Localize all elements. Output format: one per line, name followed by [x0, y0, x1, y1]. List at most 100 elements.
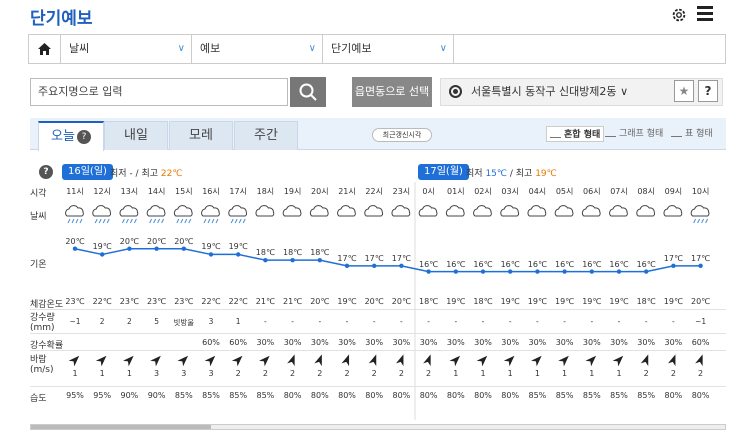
- select-forecast[interactable]: 단기예보 ∨: [323, 35, 454, 63]
- wind-arrow-icon: [423, 354, 431, 367]
- home-button[interactable]: [29, 35, 61, 63]
- chevron-down-icon: ∨: [439, 43, 447, 54]
- tab-today-label: 오늘: [51, 129, 75, 144]
- wind-speed-value: 1: [453, 369, 459, 378]
- prob-value: 30%: [664, 338, 683, 347]
- precip-value: -: [427, 317, 430, 326]
- feels-value: 21℃: [283, 297, 303, 306]
- temp-point: [290, 257, 295, 263]
- cloud-icon: [309, 205, 329, 217]
- precip-value: -: [508, 317, 512, 326]
- tab-weekly-label: 주간: [254, 128, 278, 143]
- day1-summary: 최저 - / 최고 22℃: [110, 169, 183, 179]
- tab-day-after[interactable]: 모레: [169, 121, 233, 150]
- prob-value: 30%: [446, 338, 465, 347]
- hour-label: 22시: [365, 187, 383, 196]
- precip-value: -: [291, 317, 294, 326]
- feels-value: 19℃: [609, 297, 629, 306]
- precip-value: -: [536, 317, 539, 326]
- temp-point: [372, 263, 377, 269]
- precip-value: -: [672, 317, 675, 326]
- scroll-thumb[interactable]: [31, 425, 211, 429]
- temp-point: [589, 269, 594, 274]
- chevron-down-icon: ∨: [177, 43, 185, 54]
- tab-tomorrow[interactable]: 내일: [104, 121, 168, 150]
- wind-speed-value: 2: [398, 369, 404, 378]
- search-icon: [299, 83, 317, 101]
- wind-speed-value: 2: [426, 369, 432, 378]
- view-graph[interactable]: 그래프 형태: [605, 126, 663, 142]
- wind-arrow-icon: [368, 354, 377, 367]
- cloud-icon: [282, 205, 302, 217]
- temp-point: [100, 252, 105, 257]
- tab-today[interactable]: 오늘?: [38, 121, 104, 151]
- wind-speed-value: 3: [208, 369, 214, 378]
- search-input[interactable]: 주요지명으로 입력: [30, 78, 288, 106]
- page-title: 단기예보: [30, 9, 93, 29]
- hour-label: 21시: [338, 187, 356, 196]
- select-category-label: 날씨: [69, 42, 90, 55]
- temp-point: [480, 269, 486, 274]
- precip-value: -: [590, 317, 594, 326]
- view-table[interactable]: 표 형태: [671, 126, 713, 142]
- min-label: 최저: [466, 169, 483, 179]
- cloud-icon: [527, 205, 547, 217]
- category-selector-bar: 날씨 ∨ 예보 ∨ 단기예보 ∨: [28, 34, 726, 64]
- search-button[interactable]: [290, 77, 326, 107]
- temp-point: [671, 263, 676, 269]
- temp-point: [317, 257, 322, 263]
- view-mixed-label: 혼합 형태: [564, 130, 601, 140]
- rain-cloud-icon: [690, 205, 710, 224]
- feels-value: 19℃: [555, 297, 575, 306]
- temp-point: [399, 263, 404, 269]
- wind-arrow-icon: [95, 355, 107, 367]
- temp-label: 17℃: [364, 253, 384, 263]
- wind-arrow-icon: [341, 354, 350, 367]
- select-category[interactable]: 날씨 ∨: [61, 35, 192, 63]
- wind-arrow-icon: [695, 354, 703, 367]
- gear-icon[interactable]: [670, 6, 688, 24]
- help-icon[interactable]: ?: [39, 165, 53, 179]
- rain-cloud-icon: [119, 205, 139, 224]
- feels-value: 18℃: [419, 297, 439, 306]
- view-mixed[interactable]: 혼합 형태: [546, 126, 605, 142]
- wind-speed-value: 3: [154, 369, 160, 378]
- precip-value: -: [400, 317, 403, 326]
- humidity-value: 85%: [610, 391, 628, 400]
- row-divider: [30, 386, 726, 387]
- feels-value: 18℃: [636, 297, 656, 306]
- min-value: -: [129, 169, 133, 179]
- help-button[interactable]: ?: [698, 80, 718, 102]
- select-type[interactable]: 예보 ∨: [192, 35, 323, 63]
- humidity-value: 95%: [66, 391, 84, 400]
- view-table-label: 표 형태: [685, 129, 713, 139]
- feels-value: 19℃: [582, 297, 602, 306]
- menu-icon[interactable]: [697, 6, 713, 22]
- latest-update-button[interactable]: 최근갱신시각: [372, 128, 432, 142]
- horizontal-scrollbar[interactable]: [30, 424, 726, 430]
- emd-select-button[interactable]: 읍면동으로 선택: [352, 77, 432, 107]
- wind-arrow-icon: [259, 355, 270, 367]
- favorite-star-icon[interactable]: ★: [674, 80, 694, 102]
- precip-value: 2: [99, 317, 105, 326]
- cloud-icon: [473, 205, 492, 217]
- humidity-value: 80%: [392, 391, 411, 400]
- wind-speed-value: 2: [262, 369, 268, 378]
- wind-speed-value: 1: [534, 369, 540, 378]
- min-value: 15℃: [485, 169, 507, 179]
- hour-label: 07시: [610, 187, 628, 196]
- precip-unit: (mm): [30, 323, 55, 333]
- humidity-value: 90%: [147, 391, 166, 400]
- help-icon[interactable]: ?: [76, 130, 91, 144]
- day-pill-1: 16일(일): [62, 164, 113, 180]
- prob-value: 30%: [582, 338, 601, 347]
- prob-value: 30%: [528, 338, 547, 347]
- view-graph-label: 그래프 형태: [619, 129, 664, 139]
- precip-value: 빗방울: [173, 318, 195, 327]
- wind-speed-value: 2: [643, 369, 649, 378]
- wind-arrow-icon: [123, 355, 134, 367]
- temp-label: 17℃: [691, 253, 711, 263]
- prob-value: 30%: [310, 338, 329, 347]
- tab-weekly[interactable]: 주간: [234, 121, 298, 150]
- hour-label: 01시: [447, 187, 465, 196]
